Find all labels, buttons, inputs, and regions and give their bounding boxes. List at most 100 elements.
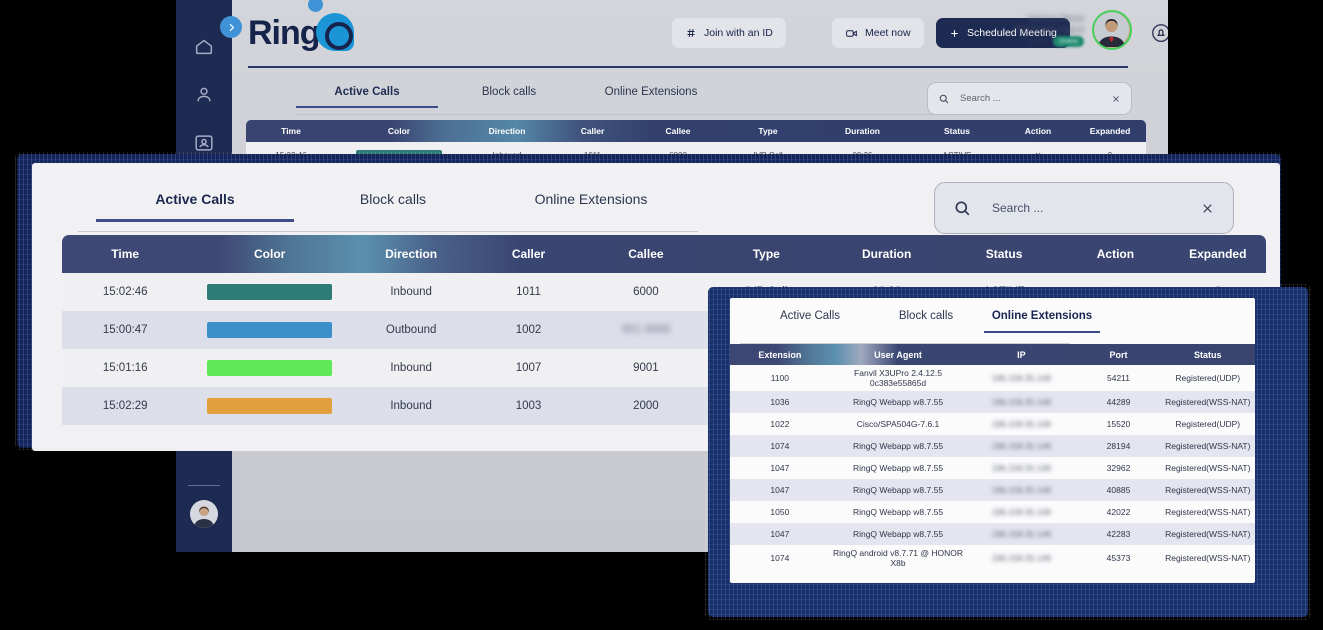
- bg-table-header: Time Color Direction Caller Callee Type …: [246, 120, 1146, 142]
- cell-color: [188, 398, 351, 414]
- cell-ip: 196.158.35.149: [966, 529, 1076, 539]
- cell-user-agent: RingQ Webapp w8.7.55: [830, 463, 967, 473]
- background-user-block[interactable]: Harisson Moore Moore.ext1.ringq.ai 1009 …: [1016, 10, 1132, 50]
- cell-extension: 1050: [730, 507, 830, 517]
- avatar[interactable]: [1092, 10, 1132, 50]
- cell-port: 28194: [1077, 441, 1161, 451]
- screenshot-root: Ring Join with an ID Meet now Scheduled …: [0, 0, 1323, 630]
- cell-extension: 1047: [730, 463, 830, 473]
- background-topbar: Ring Join with an ID Meet now Scheduled …: [232, 0, 1168, 66]
- cell-ip: 196.158.35.149: [966, 397, 1076, 407]
- cell-color: [188, 284, 351, 300]
- col-port: Port: [1077, 350, 1161, 360]
- active-calls-tabs: Active Calls Block calls Online Extensio…: [96, 191, 690, 222]
- cell-extension: 1036: [730, 397, 830, 407]
- tab-online-extensions[interactable]: Online Extensions: [492, 191, 690, 222]
- cell-direction: Inbound: [351, 400, 471, 412]
- cell-status: Registered(WSS-NAT): [1161, 397, 1256, 407]
- cell-status: Registered(WSS-NAT): [1161, 485, 1256, 495]
- popup-tab-online-extensions[interactable]: Online Extensions: [984, 310, 1100, 333]
- cell-time: 15:02:46: [62, 286, 188, 298]
- col-extension: Extension: [730, 350, 830, 360]
- user-status-badge: Online: [1053, 36, 1084, 47]
- bg-search-box[interactable]: Search ...: [927, 82, 1132, 115]
- bg-col-expanded: Expanded: [1074, 126, 1146, 136]
- popup-tab-active-calls[interactable]: Active Calls: [752, 310, 868, 333]
- bg-col-color: Color: [336, 126, 462, 136]
- col-time: Time: [62, 247, 188, 261]
- col-expanded: Expanded: [1170, 247, 1266, 261]
- table-row[interactable]: 1100Fanvil X3UPro 2.4.12.5 0c383e55865d1…: [730, 365, 1255, 391]
- cell-status: Registered(UDP): [1161, 373, 1256, 383]
- sidebar-toggle-button[interactable]: [220, 16, 242, 38]
- cell-user-agent: Cisco/SPA504G-7.6.1: [830, 419, 967, 429]
- cell-time: 15:02:29: [62, 400, 188, 412]
- bg-col-type: Type: [723, 126, 813, 136]
- col-user-agent: User Agent: [830, 350, 967, 360]
- notification-bell-icon[interactable]: [1150, 22, 1168, 44]
- logo-q-mark: [316, 13, 354, 51]
- cell-callee: 9001: [586, 362, 706, 374]
- cell-port: 15520: [1077, 419, 1161, 429]
- table-row[interactable]: 1074RingQ android v8.7.71 @ HONOR X8b196…: [730, 545, 1255, 571]
- table-row[interactable]: 1074RingQ Webapp w8.7.55196.158.35.14928…: [730, 435, 1255, 457]
- table-row[interactable]: 1047RingQ Webapp w8.7.55196.158.35.14940…: [730, 479, 1255, 501]
- cell-extension: 1022: [730, 419, 830, 429]
- bg-col-time: Time: [246, 126, 336, 136]
- col-color: Color: [188, 247, 351, 261]
- cell-port: 44289: [1077, 397, 1161, 407]
- cell-status: Registered(UDP): [1161, 419, 1256, 429]
- close-icon[interactable]: [1200, 201, 1215, 216]
- cell-user-agent: RingQ android v8.7.71 @ HONOR X8b: [830, 548, 967, 568]
- cell-extension: 1047: [730, 529, 830, 539]
- join-with-id-label: Join with an ID: [704, 27, 773, 39]
- cell-ip: 196.158.35.149: [966, 373, 1076, 383]
- table-row[interactable]: 1047RingQ Webapp w8.7.55196.158.35.14942…: [730, 523, 1255, 545]
- cell-time: 15:01:16: [62, 362, 188, 374]
- cell-ip: 196.158.35.149: [966, 553, 1076, 563]
- sidebar-avatar[interactable]: [190, 500, 218, 528]
- table-row[interactable]: 1022Cisco/SPA504G-7.6.1196.158.35.149155…: [730, 413, 1255, 435]
- home-icon[interactable]: [193, 36, 215, 58]
- cell-callee: 6000: [586, 286, 706, 298]
- cell-ip: 196.158.35.149: [966, 463, 1076, 473]
- tab-active-calls[interactable]: Active Calls: [96, 191, 294, 222]
- call-color-bar: [207, 398, 332, 414]
- video-camera-icon: [845, 27, 858, 40]
- cell-user-agent: RingQ Webapp w8.7.55: [830, 529, 967, 539]
- cell-extension: 1100: [730, 373, 830, 383]
- table-row[interactable]: 1036RingQ Webapp w8.7.55196.158.35.14944…: [730, 391, 1255, 413]
- table-row[interactable]: 1047RingQ Webapp w8.7.55196.158.35.14932…: [730, 457, 1255, 479]
- popup-table-header: Extension User Agent IP Port Status: [730, 344, 1255, 365]
- col-callee: Callee: [586, 247, 706, 261]
- join-with-id-button[interactable]: Join with an ID: [672, 18, 786, 48]
- cell-port: 42283: [1077, 529, 1161, 539]
- search-box[interactable]: Search ...: [934, 182, 1234, 234]
- cell-time: 15:00:47: [62, 324, 188, 336]
- cell-caller: 1002: [471, 324, 585, 336]
- cell-direction: Inbound: [351, 286, 471, 298]
- contact-card-icon[interactable]: [193, 132, 215, 154]
- cell-user-agent: RingQ Webapp w8.7.55: [830, 507, 967, 517]
- cell-direction: Inbound: [351, 362, 471, 374]
- cell-status: Registered(WSS-NAT): [1161, 463, 1256, 473]
- col-direction: Direction: [351, 247, 471, 261]
- cell-caller: 1003: [471, 400, 585, 412]
- bg-tab-online-extensions[interactable]: Online Extensions: [580, 86, 722, 108]
- col-duration: Duration: [826, 247, 946, 261]
- col-status: Status: [1161, 350, 1256, 360]
- search-icon: [938, 93, 950, 105]
- meet-now-button[interactable]: Meet now: [832, 18, 924, 48]
- table-row[interactable]: 1050RingQ Webapp w8.7.55196.158.35.14942…: [730, 501, 1255, 523]
- meet-now-label: Meet now: [865, 27, 911, 39]
- cell-status: Registered(WSS-NAT): [1161, 507, 1256, 517]
- app-logo: Ring: [248, 12, 354, 54]
- user-icon[interactable]: [193, 84, 215, 106]
- popup-tab-block-calls[interactable]: Block calls: [868, 310, 984, 333]
- tab-block-calls[interactable]: Block calls: [294, 191, 492, 222]
- cell-user-agent: Fanvil X3UPro 2.4.12.5 0c383e55865d: [830, 368, 967, 388]
- cell-caller: 1007: [471, 362, 585, 374]
- bg-tab-active-calls[interactable]: Active Calls: [296, 86, 438, 108]
- cell-ip: 196.158.35.149: [966, 441, 1076, 451]
- bg-tab-block-calls[interactable]: Block calls: [438, 86, 580, 108]
